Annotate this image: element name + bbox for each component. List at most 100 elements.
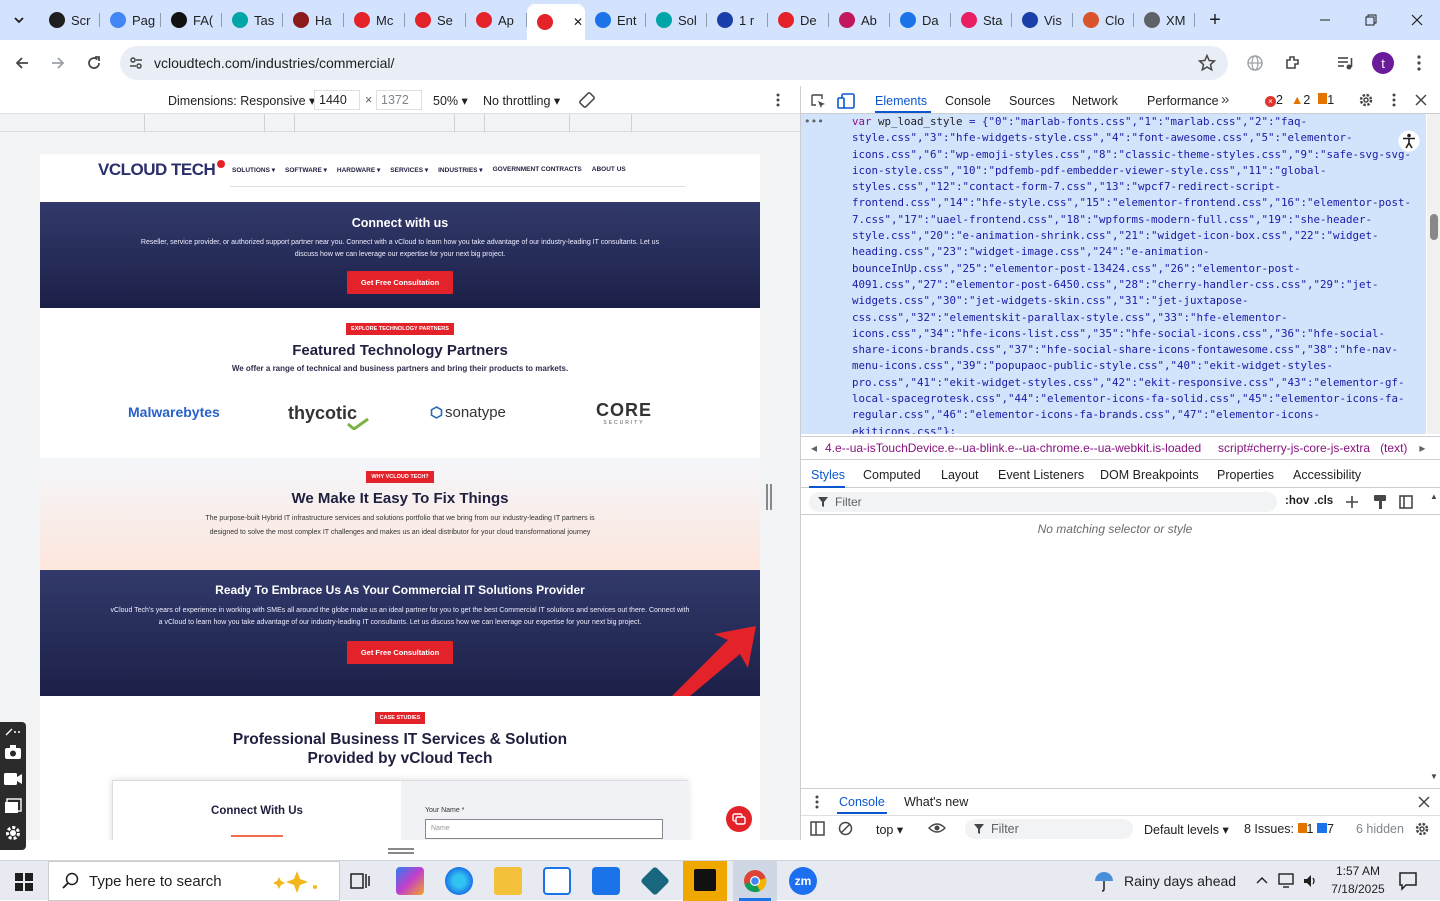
address-bar[interactable]: vcloudtech.com/industries/commercial/	[120, 46, 1228, 80]
styles-tab[interactable]: Styles	[811, 468, 845, 482]
site-menu-item[interactable]: ABOUT US	[592, 166, 626, 174]
get-consultation-button[interactable]: Get Free Consultation	[346, 271, 454, 294]
chrome-taskbar-button[interactable]	[733, 861, 777, 901]
sticky-notes-button[interactable]	[683, 861, 727, 901]
browser-tab[interactable]: Tas	[222, 4, 283, 36]
cls-button[interactable]: .cls	[1314, 495, 1333, 507]
console-filter-input[interactable]: Filter	[965, 819, 1133, 839]
styles-tab[interactable]: Computed	[863, 468, 921, 482]
edge-icon[interactable]	[445, 867, 473, 895]
browser-tab[interactable]: ✕	[527, 4, 585, 40]
rotate-icon[interactable]	[578, 91, 596, 109]
plus-icon[interactable]	[1345, 495, 1359, 509]
browser-tab[interactable]: Ha	[283, 4, 344, 36]
copilot-icon[interactable]	[396, 867, 424, 895]
clock-date[interactable]: 7/18/2025	[1328, 882, 1388, 896]
hov-button[interactable]: :hov	[1285, 495, 1309, 507]
forward-button[interactable]	[40, 45, 76, 81]
site-menu-item[interactable]: SOLUTIONS ▾	[232, 166, 275, 174]
settings-gear-icon[interactable]	[4, 824, 22, 842]
browser-tab[interactable]: Mc	[344, 4, 405, 36]
name-input[interactable]: Name	[425, 819, 663, 839]
new-tab-button[interactable]: +	[1201, 9, 1229, 32]
styles-filter-input[interactable]: Filter	[809, 492, 1277, 512]
breadcrumb-text[interactable]: (text)	[1380, 441, 1407, 455]
styles-tab[interactable]: Event Listeners	[998, 468, 1084, 482]
browser-tab[interactable]: Scr	[39, 4, 100, 36]
store-icon[interactable]	[543, 867, 571, 895]
reload-button[interactable]	[76, 45, 112, 81]
notification-center-icon[interactable]	[1398, 871, 1418, 891]
styles-tab[interactable]: DOM Breakpoints	[1100, 468, 1199, 482]
drawer-menu-icon[interactable]	[815, 795, 819, 809]
bookmark-star-icon[interactable]	[1198, 54, 1216, 72]
device-more-icon[interactable]	[776, 93, 780, 107]
media-controls-button[interactable]	[1328, 45, 1362, 81]
app-icon-diamond[interactable]	[640, 866, 670, 896]
file-explorer-icon[interactable]	[494, 867, 522, 895]
browser-tab[interactable]: XM	[1134, 4, 1195, 36]
drawer-tab-whats-new[interactable]: What's new	[904, 795, 968, 809]
browser-tab[interactable]: De	[768, 4, 829, 36]
browser-tab[interactable]: Da	[890, 4, 951, 36]
site-menu-item[interactable]: INDUSTRIES ▾	[438, 166, 482, 174]
site-menu-item[interactable]: SERVICES ▾	[390, 166, 428, 174]
chat-widget-button[interactable]	[726, 806, 752, 832]
zoom-app-icon[interactable]: zm	[789, 867, 817, 895]
devtools-more-icon[interactable]	[1392, 93, 1396, 107]
video-camera-icon[interactable]	[3, 772, 23, 786]
profile-button[interactable]: t	[1366, 45, 1400, 81]
restore-button[interactable]	[1348, 0, 1394, 40]
devtools-settings-icon[interactable]	[1358, 92, 1374, 108]
issues-button[interactable]: 8 Issues: 1 7	[1244, 822, 1334, 836]
close-drawer-icon[interactable]	[1418, 796, 1430, 808]
devtools-tab-console[interactable]: Console	[945, 94, 991, 108]
taskbar-search-box[interactable]: Type here to search	[48, 861, 340, 901]
browser-tab[interactable]: Ab	[829, 4, 890, 36]
url-text[interactable]: vcloudtech.com/industries/commercial/	[154, 55, 394, 71]
elements-dom-tree[interactable]: ••• var wp_load_style = {"0":"marlab-fon…	[801, 114, 1426, 434]
network-icon[interactable]	[1278, 873, 1296, 889]
browser-tab[interactable]: Sta	[951, 4, 1012, 36]
height-input[interactable]: 1372	[376, 90, 422, 110]
translate-button[interactable]	[1238, 45, 1272, 81]
browser-tab[interactable]: FA(	[161, 4, 222, 36]
clear-console-icon[interactable]	[838, 821, 853, 836]
breadcrumb-script[interactable]: script#cherry-js-core-js-extra	[1218, 441, 1370, 455]
breadcrumb-scroll-left[interactable]: ◂	[811, 441, 817, 455]
camera-icon[interactable]	[4, 744, 22, 760]
windows-start-icon[interactable]	[15, 873, 33, 891]
styles-scrollbar[interactable]: ▲ ▼	[1427, 490, 1440, 786]
clock-time[interactable]: 1:57 AM	[1333, 864, 1383, 878]
weather-umbrella-icon[interactable]	[1093, 871, 1115, 893]
styles-tab[interactable]: Accessibility	[1293, 468, 1361, 482]
site-logo[interactable]: VCLOUD TECH	[98, 160, 226, 180]
scroll-up-arrow[interactable]: ▲	[1430, 492, 1438, 501]
close-devtools-icon[interactable]	[1415, 94, 1427, 106]
site-menu-item[interactable]: HARDWARE ▾	[337, 166, 380, 174]
tray-chevron-up-icon[interactable]	[1256, 875, 1268, 885]
width-input[interactable]: 1440	[314, 90, 360, 110]
default-levels-dropdown[interactable]: Default levels ▾	[1144, 822, 1229, 837]
get-consultation-button-2[interactable]: Get Free Consultation	[346, 641, 454, 664]
close-window-button[interactable]	[1394, 0, 1440, 40]
pen-icon[interactable]	[5, 728, 21, 736]
back-button[interactable]	[4, 45, 40, 81]
breadcrumb-html[interactable]: 4.e--ua-isTouchDevice.e--ua-blink.e--ua-…	[825, 441, 1210, 455]
tab-search-button[interactable]	[5, 6, 33, 34]
styles-tab[interactable]: Layout	[941, 468, 979, 482]
zoom-dropdown[interactable]: 50% ▾	[433, 93, 468, 108]
weather-text[interactable]: Rainy days ahead	[1124, 873, 1236, 889]
task-view-icon[interactable]	[350, 872, 370, 890]
site-menu-item[interactable]: SOFTWARE ▾	[285, 166, 327, 174]
sidebar-toggle-icon[interactable]	[1399, 495, 1413, 509]
devtools-tab-performance[interactable]: Performance	[1147, 94, 1219, 108]
inspect-element-icon[interactable]	[810, 93, 826, 109]
scroll-down-arrow[interactable]: ▼	[1430, 772, 1438, 781]
resize-handle-bottom[interactable]	[388, 848, 414, 854]
minimize-button[interactable]	[1302, 0, 1348, 40]
styles-tab[interactable]: Properties	[1217, 468, 1274, 482]
device-toggle-icon[interactable]	[837, 93, 855, 109]
dimensions-dropdown[interactable]: Dimensions: Responsive ▾	[168, 93, 315, 108]
accessibility-icon[interactable]	[1398, 130, 1420, 152]
